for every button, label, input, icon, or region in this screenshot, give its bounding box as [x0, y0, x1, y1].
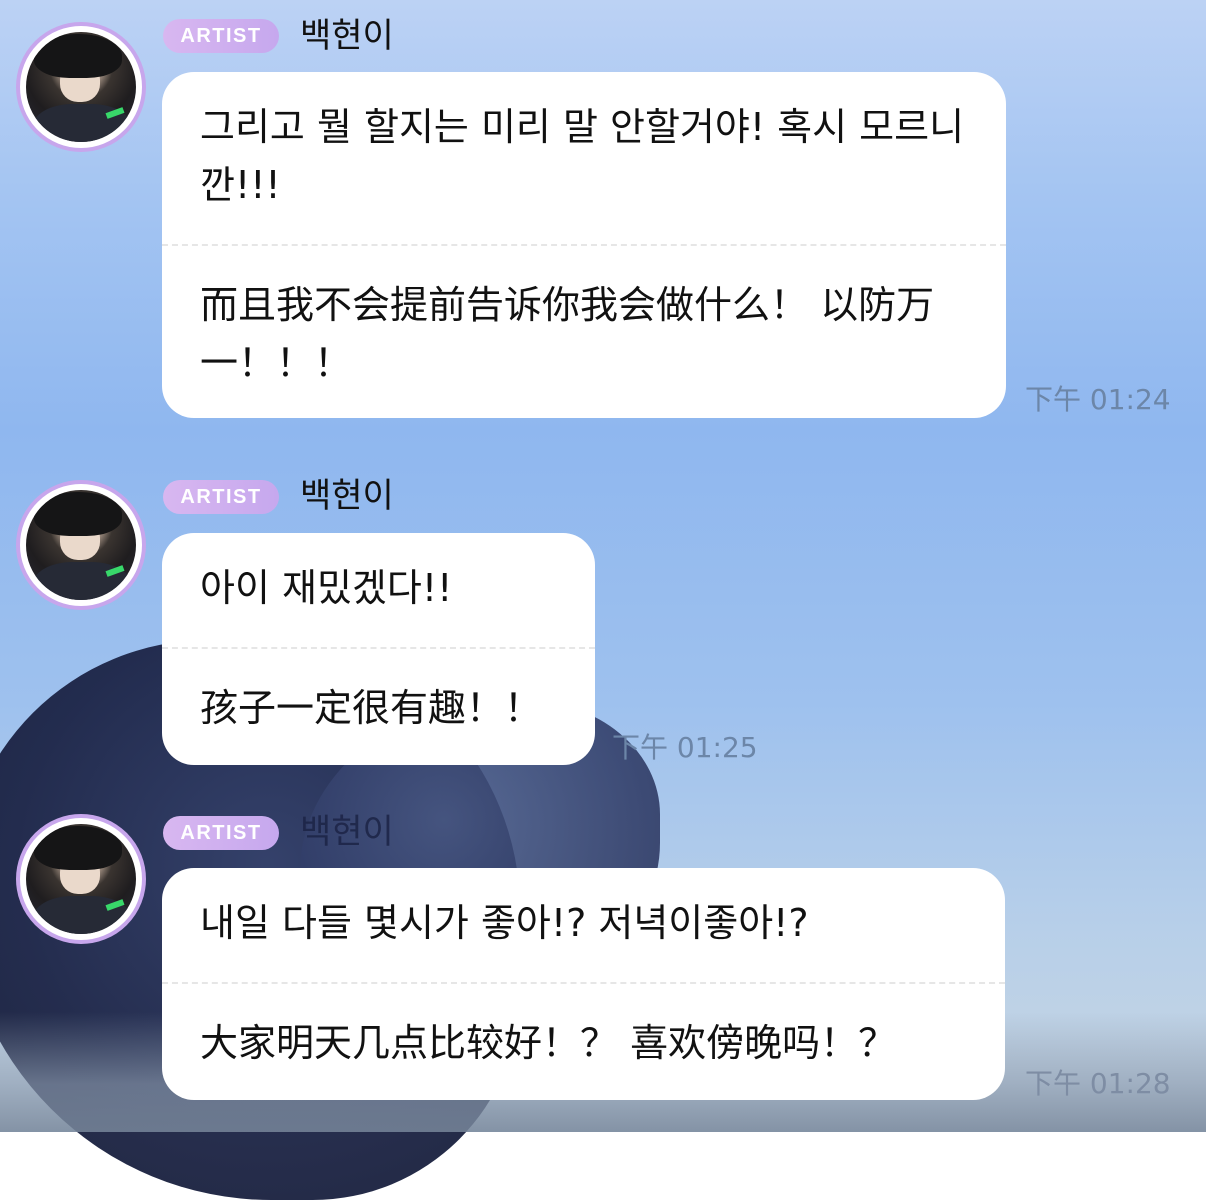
- message-text-korean: 그리고 뭘 할지는 미리 말 안할거야! 혹시 모르니깐!!!: [200, 105, 965, 207]
- artist-badge: ARTIST: [163, 19, 279, 53]
- message-text-korean: 아이 재밌겠다!!: [200, 566, 453, 610]
- translation-divider: [162, 244, 1006, 246]
- message-bubble[interactable]: 그리고 뭘 할지는 미리 말 안할거야! 혹시 모르니깐!!! 而且我不会提前告…: [162, 72, 1006, 418]
- avatar[interactable]: [16, 480, 146, 610]
- translation-divider: [162, 647, 595, 649]
- artist-badge: ARTIST: [163, 816, 279, 850]
- avatar[interactable]: [16, 814, 146, 944]
- avatar-photo: [26, 490, 136, 600]
- message-time: 下午 01:28: [1025, 1067, 1171, 1100]
- avatar-photo: [26, 32, 136, 142]
- message-text-translation: 孩子一定很有趣！！: [200, 686, 543, 730]
- message-bubble[interactable]: 아이 재밌겠다!! 孩子一定很有趣！！: [162, 533, 595, 765]
- message-text-translation: 大家明天几点比较好！？ 喜欢傍晚吗！？: [200, 1021, 897, 1065]
- sender-name: 백현이: [300, 16, 394, 56]
- message-text-korean: 내일 다들 몇시가 좋아!? 저녁이좋아!?: [200, 901, 809, 945]
- sender-name: 백현이: [300, 476, 394, 516]
- artist-badge: ARTIST: [163, 480, 279, 514]
- message-time: 下午 01:25: [612, 731, 758, 764]
- message-time: 下午 01:24: [1025, 383, 1171, 416]
- avatar-photo: [26, 824, 136, 934]
- avatar[interactable]: [16, 22, 146, 152]
- sender-name: 백현이: [300, 812, 394, 852]
- translation-divider: [162, 982, 1005, 984]
- message-bubble[interactable]: 내일 다들 몇시가 좋아!? 저녁이좋아!? 大家明天几点比较好！？ 喜欢傍晚吗…: [162, 868, 1005, 1100]
- message-text-translation: 而且我不会提前告诉你我会做什么！ 以防万一！！！: [200, 283, 935, 385]
